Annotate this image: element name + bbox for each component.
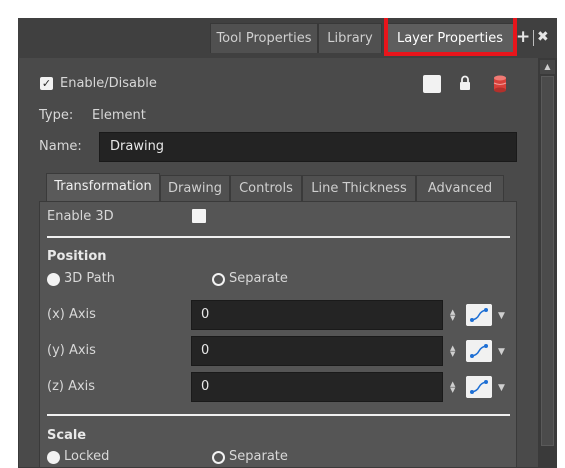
radio-3d-path-label: 3D Path — [64, 271, 115, 286]
z-axis-label: (z) Axis — [47, 379, 96, 394]
y-axis-label: (y) Axis — [47, 343, 96, 358]
stepper-down-icon[interactable]: ▼ — [450, 387, 458, 394]
name-input[interactable]: Drawing — [99, 132, 517, 162]
tab-transformation[interactable]: Transformation — [46, 173, 160, 202]
tab-layer-properties[interactable]: Layer Properties — [386, 23, 514, 53]
radio-scale-separate[interactable] — [212, 451, 225, 464]
scroll-up-icon[interactable]: ▲ — [540, 60, 555, 74]
lock-icon[interactable] — [459, 75, 471, 91]
divider — [47, 236, 510, 238]
vertical-scrollbar[interactable]: ▲ — [538, 58, 557, 468]
function-curve-icon[interactable] — [466, 376, 492, 398]
enable-disable-checkbox[interactable]: ✓ — [40, 77, 53, 90]
scale-heading: Scale — [47, 428, 87, 443]
tab-controls[interactable]: Controls — [230, 175, 302, 201]
tab-line-thickness[interactable]: Line Thickness — [302, 175, 416, 201]
name-label: Name: — [39, 139, 82, 154]
tabbar-separator — [533, 30, 534, 46]
z-axis-dropdown-icon[interactable]: ▼ — [498, 383, 505, 393]
color-swatch-icon[interactable] — [423, 75, 441, 93]
x-axis-label: (x) Axis — [47, 307, 96, 322]
divider — [47, 414, 510, 416]
add-tab-icon[interactable]: + — [516, 27, 530, 47]
radio-scale-separate-label: Separate — [229, 449, 288, 464]
x-axis-stepper[interactable]: ▲ ▼ — [450, 309, 458, 322]
x-axis-input[interactable]: 0 — [191, 300, 443, 330]
enable-3d-checkbox[interactable] — [192, 209, 206, 223]
radio-separate[interactable] — [212, 273, 225, 286]
y-axis-dropdown-icon[interactable]: ▼ — [498, 347, 505, 357]
type-label: Type: — [39, 108, 74, 123]
y-axis-input[interactable]: 0 — [191, 336, 443, 366]
layer-properties-window: Tool Properties Library Layer Properties… — [18, 18, 557, 468]
z-axis-stepper[interactable]: ▲ ▼ — [450, 381, 458, 394]
tab-advanced[interactable]: Advanced — [416, 175, 504, 201]
stepper-down-icon[interactable]: ▼ — [450, 351, 458, 358]
radio-locked-label: Locked — [64, 449, 110, 464]
z-axis-input[interactable]: 0 — [191, 372, 443, 402]
radio-separate-label: Separate — [229, 271, 288, 286]
tab-tool-properties[interactable]: Tool Properties — [210, 23, 318, 53]
x-axis-dropdown-icon[interactable]: ▼ — [498, 311, 505, 321]
close-tab-icon[interactable]: ✖ — [537, 27, 549, 47]
enable-disable-label: Enable/Disable — [60, 76, 157, 91]
radio-3d-path[interactable] — [47, 273, 60, 286]
cylinder-icon[interactable] — [493, 75, 507, 93]
stepper-down-icon[interactable]: ▼ — [450, 315, 458, 322]
panel-tab-bar: Tool Properties Library Layer Properties… — [18, 18, 557, 58]
radio-locked[interactable] — [47, 451, 60, 464]
y-axis-stepper[interactable]: ▲ ▼ — [450, 345, 458, 358]
enable-3d-label: Enable 3D — [47, 209, 114, 224]
tab-library[interactable]: Library — [318, 23, 382, 53]
function-curve-icon[interactable] — [466, 304, 492, 326]
transformation-panel — [39, 201, 517, 468]
type-value: Element — [92, 108, 146, 123]
scroll-thumb[interactable] — [541, 76, 554, 446]
tab-drawing[interactable]: Drawing — [160, 175, 230, 201]
function-curve-icon[interactable] — [466, 340, 492, 362]
position-heading: Position — [47, 249, 107, 264]
